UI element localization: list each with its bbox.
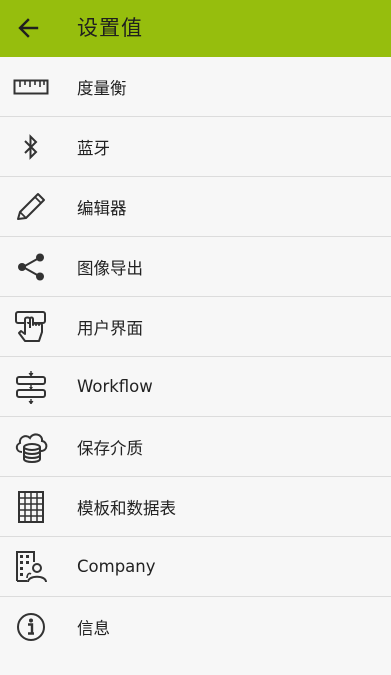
- settings-list: 度量衡 蓝牙 编辑器 图像导出 用户界面 Workflow 保存介质 模板和数据…: [0, 57, 391, 656]
- share-icon: [12, 249, 50, 285]
- company-icon: [12, 549, 50, 585]
- menu-item-templates[interactable]: 模板和数据表: [0, 477, 391, 537]
- menu-item-label: 图像导出: [77, 258, 143, 278]
- menu-item-label: 用户界面: [77, 318, 143, 338]
- arrow-back-icon: [17, 17, 39, 39]
- bluetooth-icon: [12, 129, 50, 165]
- app-bar: 设置值: [0, 0, 391, 57]
- ruler-icon: [12, 69, 50, 105]
- menu-item-info[interactable]: 信息: [0, 597, 391, 656]
- menu-item-image-export[interactable]: 图像导出: [0, 237, 391, 297]
- page-title: 设置值: [77, 16, 143, 40]
- back-button[interactable]: [14, 14, 42, 42]
- menu-item-label: 度量衡: [77, 78, 127, 98]
- menu-item-label: Workflow: [77, 377, 153, 396]
- menu-item-units[interactable]: 度量衡: [0, 57, 391, 117]
- menu-item-label: 保存介质: [77, 438, 143, 458]
- workflow-icon: [12, 369, 50, 405]
- cloud-storage-icon: [12, 429, 50, 465]
- menu-item-workflow[interactable]: Workflow: [0, 357, 391, 417]
- info-icon: [12, 609, 50, 645]
- menu-item-label: 编辑器: [77, 198, 127, 218]
- menu-item-user-interface[interactable]: 用户界面: [0, 297, 391, 357]
- menu-item-label: 蓝牙: [77, 138, 110, 158]
- menu-item-company[interactable]: Company: [0, 537, 391, 597]
- menu-item-editor[interactable]: 编辑器: [0, 177, 391, 237]
- menu-item-storage-media[interactable]: 保存介质: [0, 417, 391, 477]
- menu-item-label: 信息: [77, 618, 110, 638]
- pencil-icon: [12, 189, 50, 225]
- menu-item-bluetooth[interactable]: 蓝牙: [0, 117, 391, 177]
- menu-item-label: 模板和数据表: [77, 498, 176, 518]
- touch-icon: [12, 309, 50, 345]
- grid-table-icon: [12, 489, 50, 525]
- menu-item-label: Company: [77, 557, 156, 576]
